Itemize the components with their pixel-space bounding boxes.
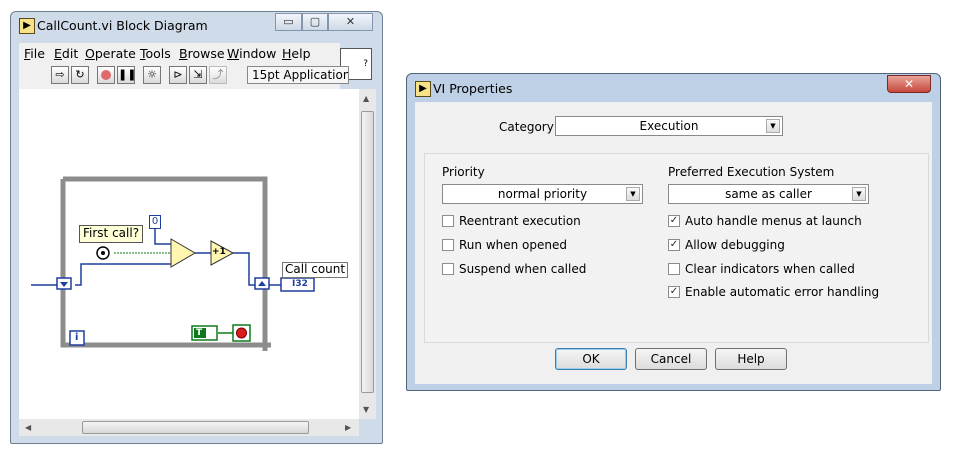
exec-system-label: Preferred Execution System: [668, 165, 835, 179]
check-icon[interactable]: ✓: [668, 239, 680, 251]
menu-browse[interactable]: Browse: [179, 46, 225, 61]
menu-bar: File Edit Operate Tools Browse Window He…: [19, 43, 340, 63]
labview-vi-icon: ▶: [415, 81, 431, 97]
cancel-button[interactable]: Cancel: [635, 348, 707, 370]
category-label: Category: [499, 120, 554, 134]
horizontal-scroll-thumb[interactable]: [82, 421, 309, 434]
toolbar: ⇨ ↻ ❚❚ ☼ ⊳ ⇲ ⤴ 15pt Application Font: [19, 63, 349, 90]
chevron-down-icon[interactable]: ▼: [766, 119, 780, 133]
first-call-label[interactable]: First call?: [79, 225, 144, 243]
font-select[interactable]: 15pt Application Font: [247, 66, 349, 84]
menu-tools[interactable]: Tools: [140, 46, 171, 61]
iteration-terminal: i: [75, 332, 79, 343]
check-icon[interactable]: ✓: [668, 215, 680, 227]
indicator-type: I32: [292, 279, 308, 289]
scroll-right-icon[interactable]: ▶: [345, 423, 351, 432]
priority-label: Priority: [442, 165, 485, 179]
close-button[interactable]: ✕: [328, 13, 373, 31]
scroll-up-icon[interactable]: ▲: [363, 94, 369, 103]
checkbox-box[interactable]: [442, 239, 454, 251]
run-when-opened-checkbox[interactable]: Run when opened: [442, 238, 567, 252]
exec-system-value: same as caller: [725, 187, 812, 201]
abort-icon[interactable]: [97, 66, 115, 84]
highlight-bulb-icon[interactable]: ☼: [143, 66, 161, 84]
pause-icon[interactable]: ❚❚: [117, 66, 136, 84]
ok-button[interactable]: OK: [555, 348, 627, 370]
vi-properties-dialog: ▶ VI Properties ✕ Category Execution ▼ P…: [406, 73, 941, 391]
boolean-constant[interactable]: T: [196, 328, 202, 338]
auto-error-handling-checkbox[interactable]: ✓ Enable automatic error handling: [668, 285, 879, 299]
scroll-left-icon[interactable]: ◀: [25, 423, 31, 432]
exec-system-select[interactable]: same as caller ▼: [668, 184, 869, 204]
checkbox-box[interactable]: [442, 263, 454, 275]
horizontal-scrollbar[interactable]: ◀ ▶: [19, 419, 359, 436]
execution-panel: Priority normal priority ▼ Preferred Exe…: [424, 153, 929, 343]
run-continuous-icon[interactable]: ↻: [71, 66, 89, 84]
while-loop-border-bottom: [60, 179, 271, 348]
dialog-title: VI Properties: [433, 81, 513, 96]
menu-file[interactable]: File: [24, 46, 45, 61]
chevron-down-icon[interactable]: ▼: [852, 187, 866, 201]
step-into-icon[interactable]: ⇲: [189, 66, 207, 84]
dialog-body: Category Execution ▼ Priority normal pri…: [415, 102, 932, 384]
priority-select[interactable]: normal priority ▼: [442, 184, 643, 204]
menu-edit[interactable]: Edit: [54, 46, 78, 61]
menu-window[interactable]: Window: [227, 46, 276, 61]
indicator-label[interactable]: Call count: [282, 262, 349, 278]
maximize-button[interactable]: ▢: [302, 13, 328, 31]
chevron-down-icon[interactable]: ▼: [626, 187, 640, 201]
vertical-scrollbar[interactable]: ▲ ▼: [359, 89, 376, 419]
priority-value: normal priority: [497, 187, 588, 201]
allow-debugging-checkbox[interactable]: ✓ Allow debugging: [668, 238, 785, 252]
diagram-svg: [31, 176, 315, 351]
menu-help[interactable]: Help: [282, 46, 311, 61]
minimize-button[interactable]: ▭: [275, 13, 302, 31]
category-value: Execution: [639, 119, 699, 133]
window-title: CallCount.vi Block Diagram: [37, 18, 208, 33]
labview-vi-icon: ▶: [19, 18, 35, 34]
numeric-constant[interactable]: 0: [149, 215, 161, 229]
run-arrow-icon[interactable]: ⇨: [51, 66, 69, 84]
increment-label: +1: [212, 247, 226, 257]
menu-operate[interactable]: Operate: [85, 46, 136, 61]
retain-wire-icon[interactable]: ⊳: [169, 66, 187, 84]
reentrant-checkbox[interactable]: Reentrant execution: [442, 214, 581, 228]
diagram-canvas[interactable]: 0 First call? +1 Call count I32 i T: [19, 89, 359, 419]
auto-handle-menus-checkbox[interactable]: ✓ Auto handle menus at launch: [668, 214, 862, 228]
help-button[interactable]: Help: [715, 348, 787, 370]
clear-indicators-checkbox[interactable]: Clear indicators when called: [668, 262, 855, 276]
block-diagram-window: ▶ CallCount.vi Block Diagram ▭ ▢ ✕ File …: [10, 11, 383, 444]
category-select[interactable]: Execution ▼: [555, 116, 783, 136]
dialog-close-button[interactable]: ✕: [887, 75, 931, 93]
scroll-down-icon[interactable]: ▼: [363, 405, 369, 414]
checkbox-box[interactable]: [668, 263, 680, 275]
suspend-when-called-checkbox[interactable]: Suspend when called: [442, 262, 586, 276]
step-over-icon[interactable]: ⤴: [209, 66, 227, 84]
checkbox-box[interactable]: [442, 215, 454, 227]
check-icon[interactable]: ✓: [668, 286, 680, 298]
select-node: [170, 238, 196, 268]
vertical-scroll-thumb[interactable]: [361, 111, 374, 393]
